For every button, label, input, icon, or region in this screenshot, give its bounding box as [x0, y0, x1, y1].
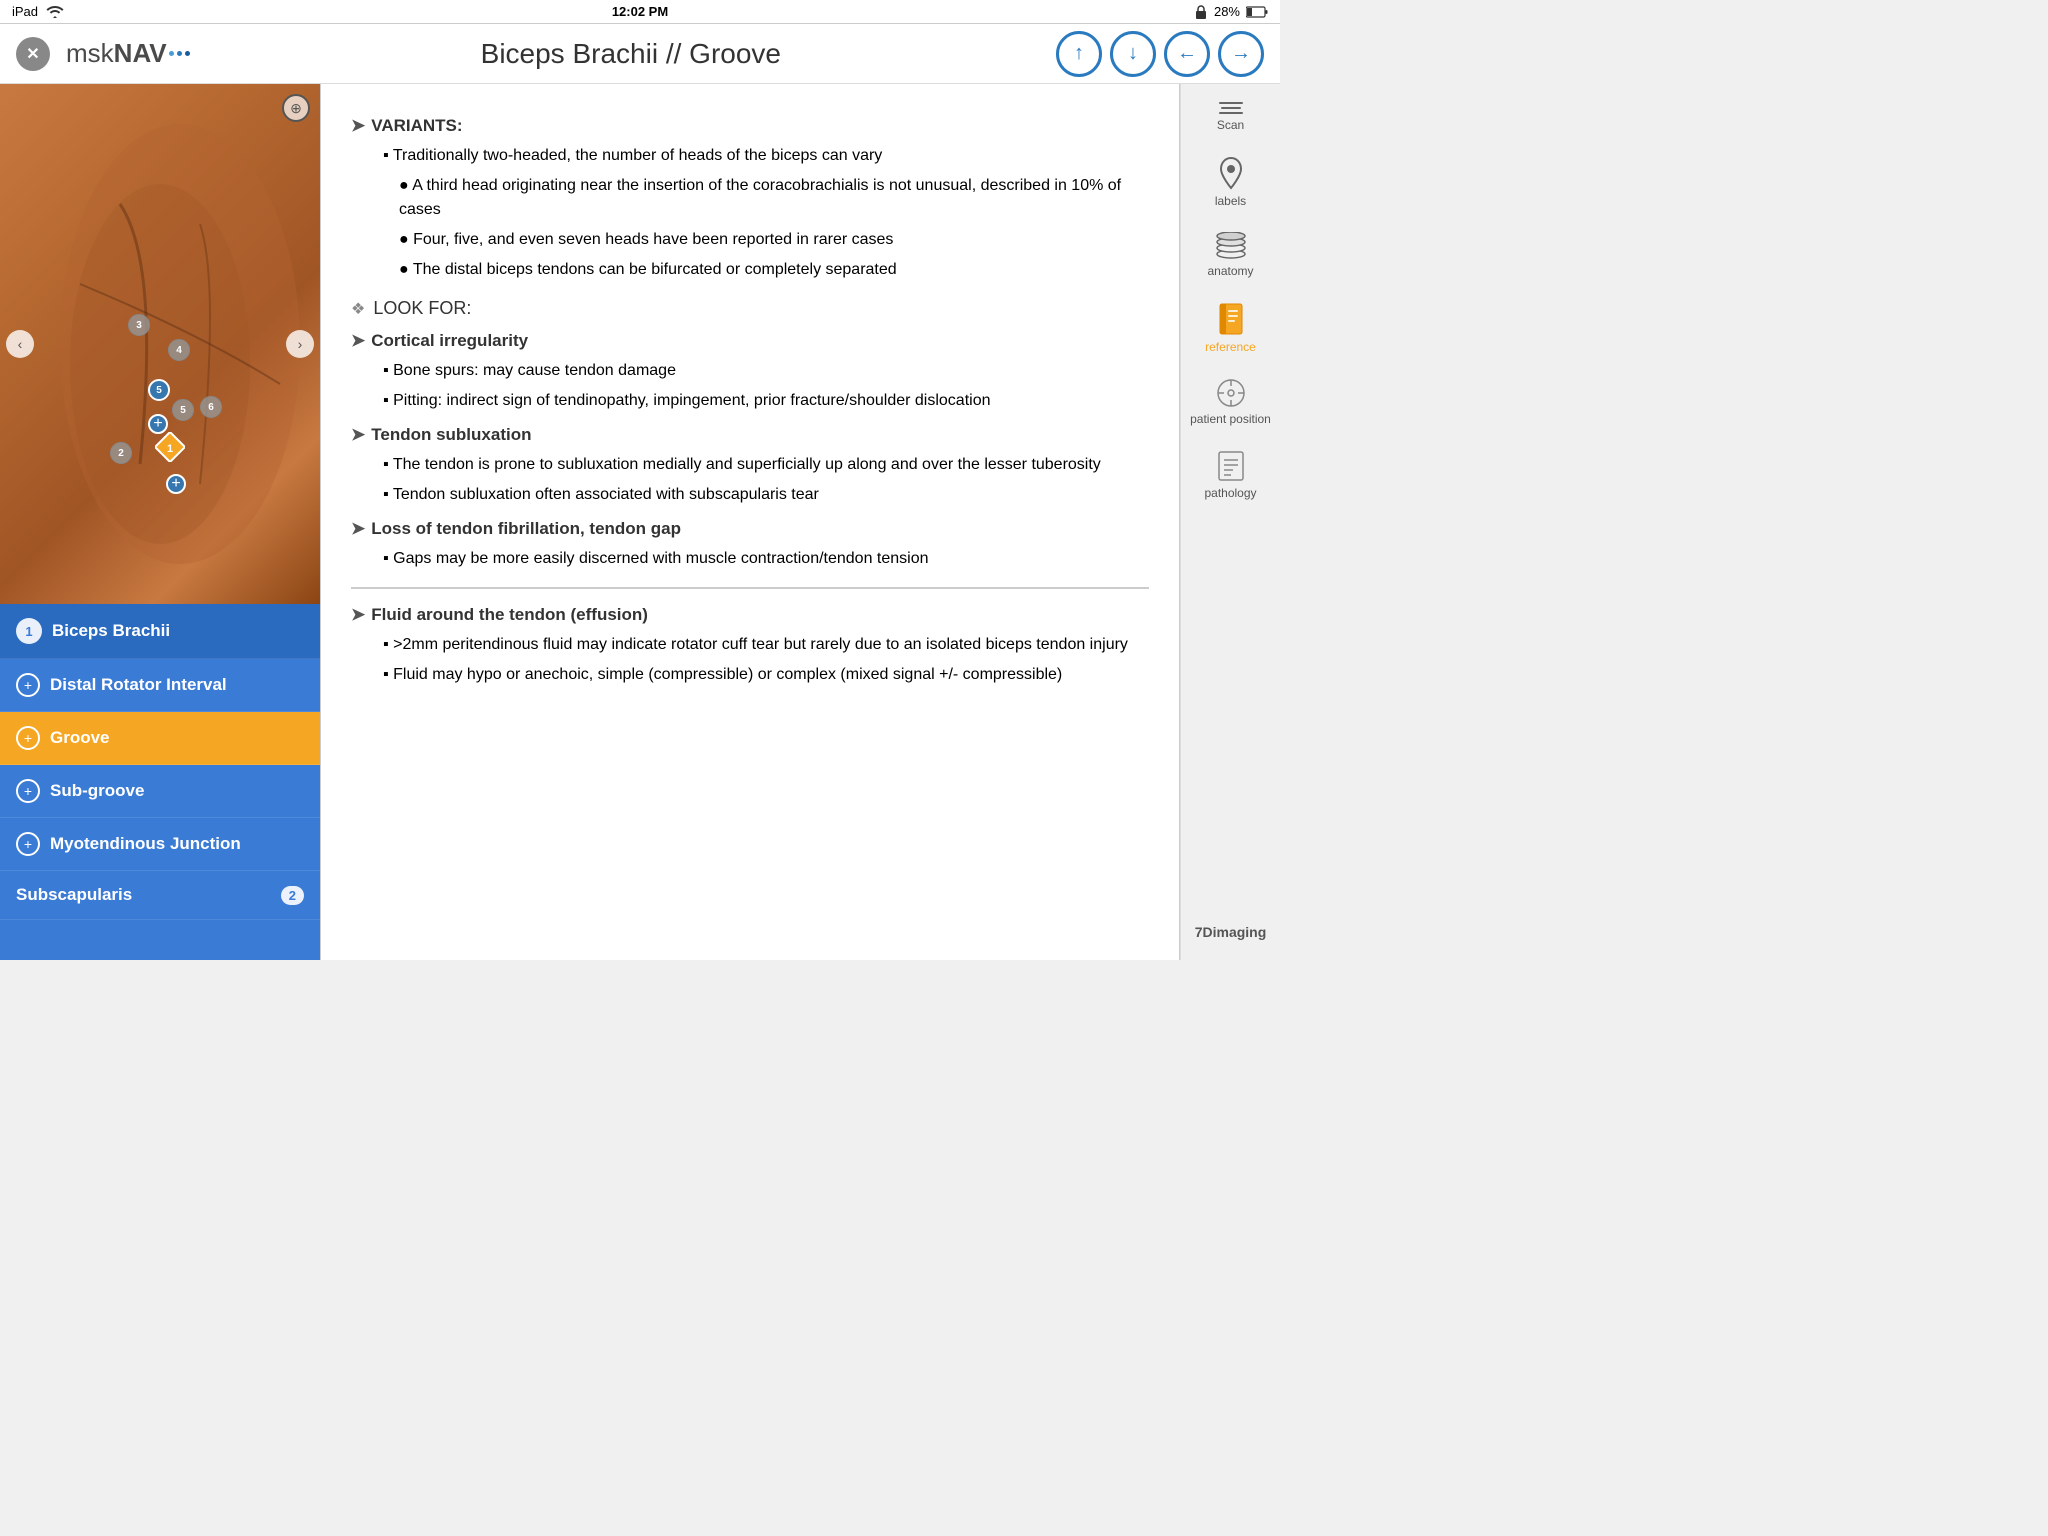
nav-buttons: ↑ ↓ ← → — [1056, 31, 1264, 77]
bullet-tendon-sub-associated: Tendon subluxation often associated with… — [383, 483, 1149, 507]
marker-5b[interactable]: 5 — [172, 399, 194, 421]
nav-item-sub-label: Subscapularis — [16, 885, 132, 905]
marker-4[interactable]: 4 — [168, 339, 190, 361]
sidebar-pathology[interactable]: pathology — [1181, 440, 1280, 510]
nav-item-groove[interactable]: + Groove — [0, 712, 320, 765]
patient-position-label: patient position — [1190, 412, 1271, 426]
sidebar-reference[interactable]: reference — [1181, 292, 1280, 364]
nav-item-plus-distal: + — [16, 673, 40, 697]
nav-back-button[interactable]: ← — [1164, 31, 1210, 77]
anatomy-label: anatomy — [1207, 264, 1253, 278]
pin-icon — [1217, 156, 1245, 190]
doc-icon — [1217, 450, 1245, 482]
content-area: ⊕ ‹ › 3 4 5 5 6 2 + + 1 — [0, 84, 1280, 960]
nav-item-myo-label: Myotendinous Junction — [50, 834, 241, 854]
next-button[interactable]: › — [286, 330, 314, 358]
marker-3[interactable]: 3 — [128, 314, 150, 336]
bullet-bone-spurs: Bone spurs: may cause tendon damage — [383, 359, 1149, 383]
close-button[interactable]: ✕ — [16, 37, 50, 71]
diamond-look-for: ❖ LOOK FOR: — [351, 298, 1149, 319]
bullet-gaps: Gaps may be more easily discerned with m… — [383, 547, 1149, 571]
nav-item-plus-myo: + — [16, 832, 40, 856]
menu-icon — [1219, 102, 1243, 114]
nav-item-plus-subgroove: + — [16, 779, 40, 803]
section-divider — [351, 587, 1149, 589]
nav-item-distal-rotator[interactable]: + Distal Rotator Interval — [0, 659, 320, 712]
nav-item-groove-label: Groove — [50, 728, 110, 748]
bullet-fluid-hypo: Fluid may hypo or anechoic, simple (comp… — [383, 663, 1149, 687]
section-variants-heading: ➤ VARIANTS: — [351, 116, 1149, 136]
logo-area: mskNAV — [66, 38, 190, 69]
reference-label: reference — [1205, 340, 1256, 354]
anatomy-image: ⊕ ‹ › 3 4 5 5 6 2 + + 1 — [0, 84, 320, 604]
compass-icon — [1216, 378, 1246, 408]
nav-item-number: 1 — [16, 618, 42, 644]
zoom-icon[interactable]: ⊕ — [282, 94, 310, 122]
circle-four-five: Four, five, and even seven heads have be… — [399, 228, 1149, 252]
book-icon — [1216, 302, 1246, 336]
marker-add-2[interactable]: + — [166, 474, 186, 494]
heading-cortical: ➤ Cortical irregularity — [351, 331, 1149, 351]
status-time: 12:02 PM — [612, 4, 668, 19]
svg-text:1: 1 — [167, 443, 173, 455]
circle-third-head: A third head originating near the insert… — [399, 174, 1149, 222]
page-title-area: Biceps Brachii // Groove — [206, 38, 1056, 70]
status-left: iPad — [12, 4, 64, 19]
marker-add-1[interactable]: + — [148, 414, 168, 434]
circle-distal: The distal biceps tendons can be bifurca… — [399, 258, 1149, 282]
battery-icon — [1246, 6, 1268, 18]
nav-list: 1 Biceps Brachii + Distal Rotator Interv… — [0, 604, 320, 960]
bullet-traditionally: Traditionally two-headed, the number of … — [383, 144, 1149, 168]
nav-up-button[interactable]: ↑ — [1056, 31, 1102, 77]
logo-dots — [169, 51, 190, 56]
wifi-icon — [46, 5, 64, 19]
bullet-tendon-prone: The tendon is prone to subluxation media… — [383, 453, 1149, 477]
logo-text: mskNAV — [66, 38, 167, 69]
marker-2[interactable]: 2 — [110, 442, 132, 464]
nav-item-biceps-label: Biceps Brachii — [52, 621, 170, 641]
marker-1-selected[interactable]: 1 — [155, 432, 185, 462]
nav-item-badge: 2 — [281, 886, 304, 905]
nav-forward-button[interactable]: → — [1218, 31, 1264, 77]
nav-down-button[interactable]: ↓ — [1110, 31, 1156, 77]
header: ✕ mskNAV Biceps Brachii // Groove ↑ ↓ ← … — [0, 24, 1280, 84]
sidebar-labels[interactable]: labels — [1181, 146, 1280, 218]
nav-item-myotendinous[interactable]: + Myotendinous Junction — [0, 818, 320, 871]
pathology-label: pathology — [1204, 486, 1256, 500]
layers-icon — [1215, 232, 1247, 260]
bullet-pitting: Pitting: indirect sign of tendinopathy, … — [383, 389, 1149, 413]
heading-loss-fibrillation: ➤ Loss of tendon fibrillation, tendon ga… — [351, 519, 1149, 539]
heading-fluid: ➤ Fluid around the tendon (effusion) — [351, 605, 1149, 625]
status-right: 28% — [1194, 4, 1268, 20]
scan-label: Scan — [1217, 118, 1244, 132]
brand-logo: 7Dimaging — [1183, 912, 1279, 952]
marker-6[interactable]: 6 — [200, 396, 222, 418]
app-container: ✕ mskNAV Biceps Brachii // Groove ↑ ↓ ← … — [0, 24, 1280, 960]
marker-5a[interactable]: 5 — [148, 379, 170, 401]
bullet-2mm-fluid: >2mm peritendinous fluid may indicate ro… — [383, 633, 1149, 657]
sidebar-patient-position[interactable]: patient position — [1181, 368, 1280, 436]
right-sidebar: Scan labels anatomy — [1180, 84, 1280, 960]
sidebar-anatomy[interactable]: anatomy — [1181, 222, 1280, 288]
main-content[interactable]: ➤ VARIANTS: Traditionally two-headed, th… — [320, 84, 1180, 960]
nav-item-distal-label: Distal Rotator Interval — [50, 675, 227, 695]
battery-label: 28% — [1214, 4, 1240, 19]
status-bar: iPad 12:02 PM 28% — [0, 0, 1280, 24]
nav-item-subscapularis[interactable]: Subscapularis 2 — [0, 871, 320, 920]
page-title: Biceps Brachii // Groove — [481, 38, 781, 69]
nav-item-plus-groove: + — [16, 726, 40, 750]
sidebar-scan[interactable]: Scan — [1181, 92, 1280, 142]
left-panel: ⊕ ‹ › 3 4 5 5 6 2 + + 1 — [0, 84, 320, 960]
labels-label: labels — [1215, 194, 1246, 208]
lock-icon — [1194, 4, 1208, 20]
ipad-label: iPad — [12, 4, 38, 19]
nav-item-biceps-brachii[interactable]: 1 Biceps Brachii — [0, 604, 320, 659]
nav-item-sub-groove[interactable]: + Sub-groove — [0, 765, 320, 818]
prev-button[interactable]: ‹ — [6, 330, 34, 358]
heading-tendon-sub: ➤ Tendon subluxation — [351, 425, 1149, 445]
nav-item-subgroove-label: Sub-groove — [50, 781, 144, 801]
